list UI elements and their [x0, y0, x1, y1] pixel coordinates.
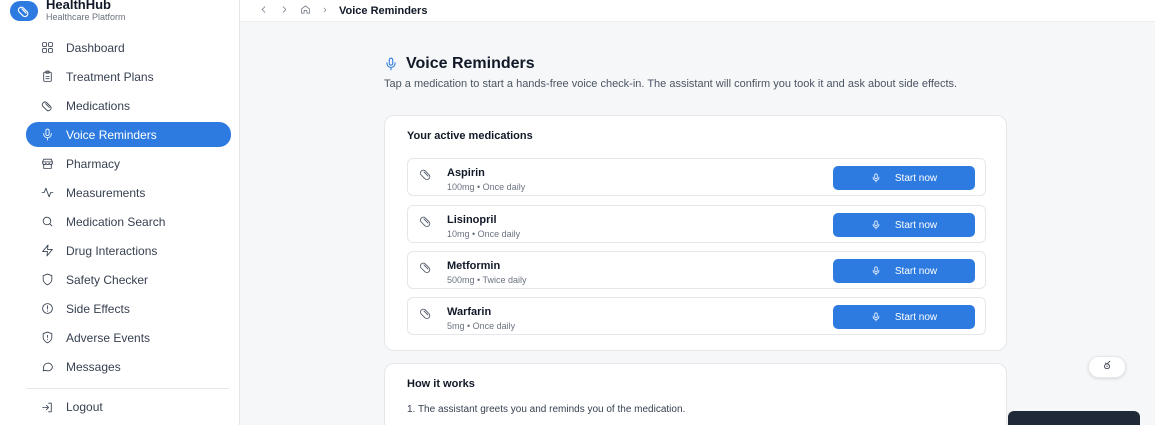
medication-row-aspirin[interactable]: Aspirin 100mg • Once daily Start now — [407, 158, 986, 196]
sidebar-item-treatment-plans[interactable]: Treatment Plans — [26, 64, 231, 89]
start-now-label: Start now — [894, 265, 938, 277]
pill-icon — [419, 167, 433, 181]
sidebar-item-label: Voice Reminders — [66, 127, 157, 142]
topbar: Voice Reminders — [240, 0, 1155, 22]
sidebar-item-pharmacy[interactable]: Pharmacy — [26, 151, 231, 176]
back-icon[interactable] — [258, 4, 269, 18]
pill-icon — [419, 260, 433, 274]
logout-button[interactable]: Logout — [40, 400, 103, 414]
sidebar-item-label: Measurements — [66, 185, 146, 200]
sidebar-nav: Dashboard Treatment Plans Medications Vo… — [26, 35, 231, 383]
sidebar-item-label: Safety Checker — [66, 272, 149, 287]
medication-name: Warfarin — [447, 306, 492, 318]
logout-label: Logout — [66, 400, 103, 414]
medication-row-lisinopril[interactable]: Lisinopril 10mg • Once daily Start now — [407, 205, 986, 243]
medication-dose: 100mg • Once daily — [447, 182, 526, 192]
shield-alert-icon — [40, 331, 54, 345]
dashboard-icon — [40, 41, 54, 55]
sidebar-item-label: Medications — [66, 98, 131, 113]
medication-row-warfarin[interactable]: Warfarin 5mg • Once daily Start now — [407, 297, 986, 335]
home-icon[interactable] — [300, 4, 311, 18]
message-icon — [40, 360, 54, 374]
sidebar-item-label: Drug Interactions — [66, 243, 158, 258]
sidebar-item-label: Adverse Events — [66, 330, 151, 345]
sidebar-item-label: Pharmacy — [66, 156, 121, 171]
store-icon — [40, 157, 54, 171]
microphone-icon — [386, 57, 396, 71]
logout-icon — [40, 400, 54, 414]
shield-icon — [40, 273, 54, 287]
start-now-label: Start now — [894, 311, 938, 323]
start-now-button[interactable]: Start now — [833, 213, 975, 237]
clipboard-icon — [40, 70, 54, 84]
pill-icon — [40, 99, 54, 113]
medication-name: Lisinopril — [447, 214, 497, 226]
sidebar-item-label: Treatment Plans — [66, 69, 154, 84]
sidebar-item-adverse-events[interactable]: Adverse Events — [26, 325, 231, 350]
brand-name: HealthHub — [46, 0, 111, 12]
sidebar-item-label: Dashboard — [66, 40, 125, 55]
medication-dose: 5mg • Once daily — [447, 321, 516, 331]
microphone-icon — [872, 220, 880, 230]
alert-circle-icon — [40, 302, 54, 316]
start-now-button[interactable]: Start now — [833, 305, 975, 329]
pill-icon — [419, 306, 433, 320]
pill-logo-icon — [10, 1, 38, 21]
card-title: Your active medications — [407, 130, 533, 142]
medication-dose: 10mg • Once daily — [447, 229, 521, 239]
sidebar-item-medication-search[interactable]: Medication Search — [26, 209, 231, 234]
microphone-icon — [872, 173, 880, 183]
language-toggle-button[interactable]: ఠ — [1088, 356, 1126, 378]
sidebar-item-label: Medication Search — [66, 214, 166, 229]
sidebar: HealthHub Healthcare Platform Dashboard … — [0, 0, 240, 425]
sidebar-item-messages[interactable]: Messages — [26, 354, 231, 379]
main-content: Voice Reminders Tap a medication to star… — [240, 22, 1155, 425]
bottom-toolbar — [1008, 411, 1140, 425]
medication-name: Metformin — [447, 260, 501, 272]
breadcrumb-separator-icon — [321, 5, 329, 17]
activity-icon — [40, 186, 54, 200]
sidebar-divider — [26, 388, 229, 389]
sidebar-item-measurements[interactable]: Measurements — [26, 180, 231, 205]
microphone-icon — [40, 128, 54, 142]
breadcrumb-current: Voice Reminders — [339, 4, 428, 17]
start-now-button[interactable]: Start now — [833, 259, 975, 283]
sidebar-item-label: Side Effects — [66, 301, 130, 316]
microphone-icon — [872, 266, 880, 276]
sidebar-item-dashboard[interactable]: Dashboard — [26, 35, 231, 60]
medication-name: Aspirin — [447, 167, 485, 179]
sidebar-item-medications[interactable]: Medications — [26, 93, 231, 118]
brand[interactable]: HealthHub Healthcare Platform — [10, 0, 126, 26]
sidebar-item-drug-interactions[interactable]: Drug Interactions — [26, 238, 231, 263]
page-title-text: Voice Reminders — [406, 55, 535, 72]
page-description: Tap a medication to start a hands-free v… — [384, 78, 958, 90]
how-it-works-step: 1. The assistant greets you and reminds … — [407, 404, 686, 415]
medication-row-metformin[interactable]: Metformin 500mg • Twice daily Start now — [407, 251, 986, 289]
sidebar-item-label: Messages — [66, 359, 121, 374]
active-medications-card: Your active medications Aspirin 100mg • … — [384, 115, 1007, 351]
brand-subtitle: Healthcare Platform — [46, 11, 126, 22]
page-title: Voice Reminders — [384, 55, 1024, 73]
search-icon — [40, 215, 54, 229]
page-header: Voice Reminders Tap a medication to star… — [384, 55, 1024, 91]
start-now-button[interactable]: Start now — [833, 166, 975, 190]
zap-icon — [40, 244, 54, 258]
sidebar-item-safety-checker[interactable]: Safety Checker — [26, 267, 231, 292]
card-title: How it works — [407, 378, 475, 390]
start-now-label: Start now — [894, 219, 938, 231]
pill-icon — [419, 214, 433, 228]
microphone-icon — [872, 312, 880, 322]
start-now-label: Start now — [894, 172, 938, 184]
forward-icon[interactable] — [279, 4, 290, 18]
sidebar-item-voice-reminders[interactable]: Voice Reminders — [26, 122, 231, 147]
sidebar-item-side-effects[interactable]: Side Effects — [26, 296, 231, 321]
medication-dose: 500mg • Twice daily — [447, 275, 527, 285]
how-it-works-card: How it works 1. The assistant greets you… — [384, 363, 1007, 425]
